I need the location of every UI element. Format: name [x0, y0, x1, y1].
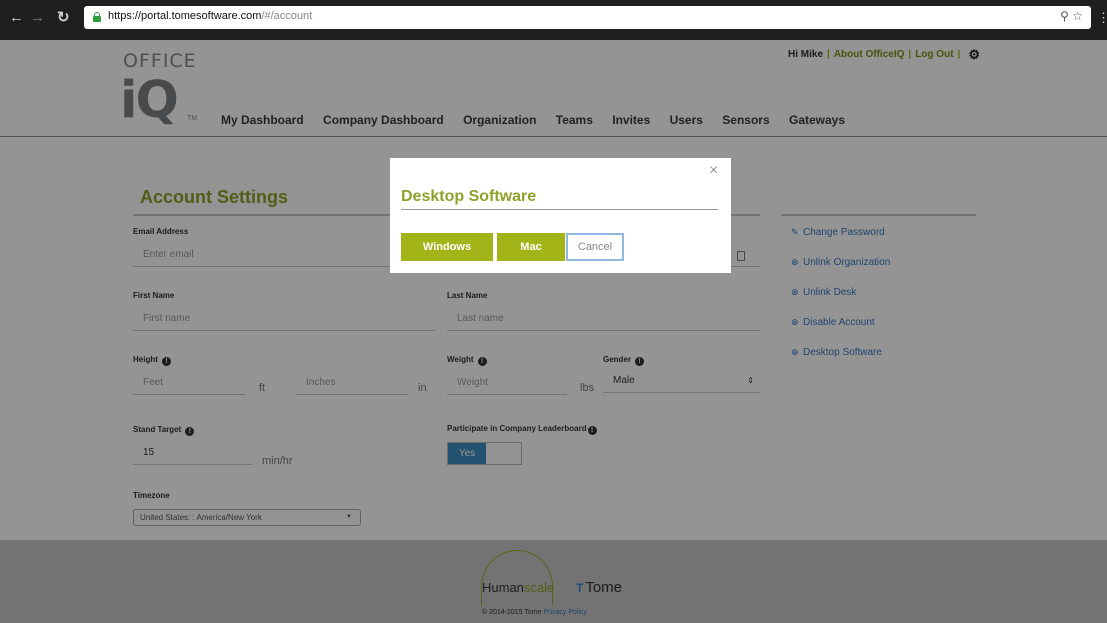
windows-button[interactable]: Windows [401, 233, 493, 261]
browser-toolbar: ← → ↻ https://portal.tomesoftware.com/#/… [0, 0, 1107, 40]
mac-button[interactable]: Mac [497, 233, 565, 261]
back-icon[interactable]: ← [9, 9, 24, 27]
lock-icon [93, 12, 101, 22]
modal-backdrop[interactable] [0, 40, 1107, 623]
menu-icon[interactable]: ⋮ [1097, 10, 1107, 26]
close-icon[interactable]: × [709, 162, 718, 180]
extension-icon[interactable]: ⚲ [1060, 9, 1069, 23]
address-bar[interactable]: https://portal.tomesoftware.com/#/accoun… [84, 6, 1091, 29]
modal-title: Desktop Software [401, 188, 537, 205]
desktop-software-modal: × Desktop Software Windows Mac Cancel [390, 158, 731, 273]
star-icon[interactable]: ☆ [1072, 9, 1083, 23]
url-text: https://portal.tomesoftware.com/#/accoun… [108, 10, 313, 22]
reload-icon[interactable]: ↻ [57, 9, 70, 27]
forward-icon[interactable]: → [30, 9, 45, 27]
modal-divider [401, 209, 718, 210]
cancel-button[interactable]: Cancel [566, 233, 624, 261]
